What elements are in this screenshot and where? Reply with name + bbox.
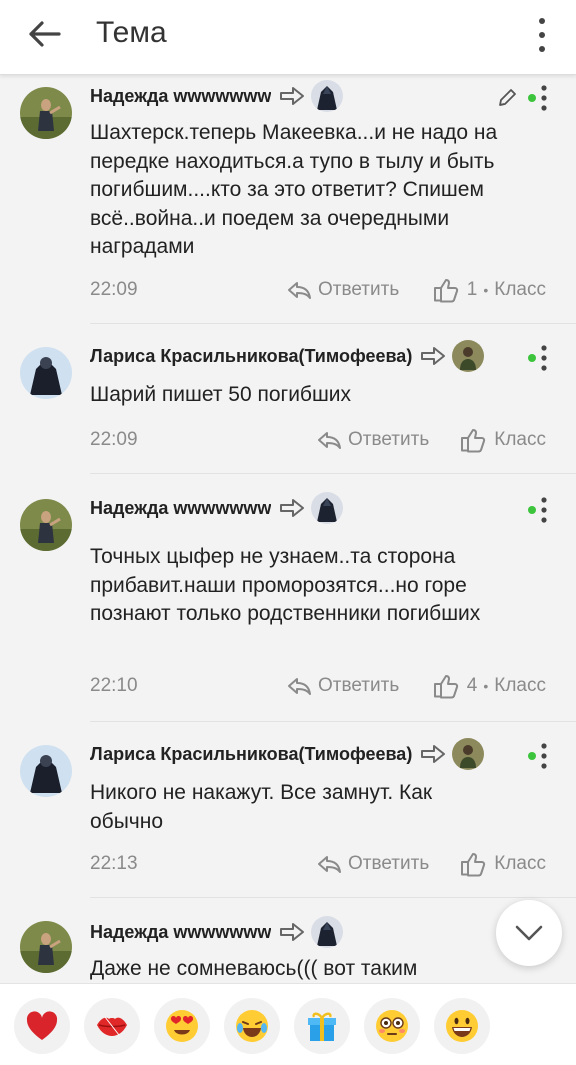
- author-name[interactable]: Надежда wwwwwww: [90, 922, 271, 943]
- like-button[interactable]: Класс: [460, 849, 546, 879]
- recipient-avatar[interactable]: [311, 80, 344, 112]
- comment-menu-icon[interactable]: [526, 83, 550, 113]
- like-button[interactable]: 4 • Класс: [433, 671, 546, 701]
- heart-icon: [26, 1011, 58, 1040]
- reactions-bar: [0, 983, 576, 1065]
- comment-actions: 22:09 Ответить 1 • Класс: [90, 275, 546, 305]
- recipient-avatar[interactable]: [311, 492, 344, 524]
- reply-to-arrow-icon: [280, 87, 305, 105]
- comment-actions: 22:13 Ответить Класс: [90, 849, 546, 879]
- reply-icon: [318, 432, 341, 449]
- reply-label: Ответить: [318, 675, 400, 696]
- author-name[interactable]: Лариса Красильникова(Тимофеева): [90, 744, 412, 765]
- reply-to-arrow-icon: [421, 745, 446, 763]
- like-count: 4: [466, 675, 478, 696]
- chevron-down-icon: [515, 925, 543, 941]
- avatar[interactable]: [20, 87, 72, 139]
- comment-menu-icon[interactable]: [526, 343, 550, 373]
- scroll-down-button[interactable]: [496, 900, 562, 966]
- reply-button[interactable]: Ответить: [286, 675, 399, 697]
- reply-button[interactable]: Ответить: [316, 853, 429, 875]
- timestamp: 22:13: [90, 853, 138, 874]
- comments-feed[interactable]: Надежда wwwwwww Шахтерск.теперь Макеевка…: [0, 75, 576, 983]
- comment-actions: 22:09 Ответить Класс: [90, 425, 546, 455]
- divider: [90, 323, 576, 324]
- avatar[interactable]: [20, 499, 72, 551]
- laugh-reaction-button[interactable]: [224, 998, 280, 1054]
- reply-icon: [288, 678, 311, 695]
- avatar[interactable]: [20, 347, 72, 399]
- reply-label: Ответить: [318, 279, 400, 300]
- divider: [90, 897, 576, 898]
- heart-reaction-button[interactable]: [14, 998, 70, 1054]
- like-label: Класс: [494, 675, 546, 696]
- comment-text: Даже не сомневаюсь((( вот таким: [90, 957, 418, 980]
- reply-icon: [288, 282, 311, 299]
- author-row: Лариса Красильникова(Тимофеева): [90, 737, 546, 771]
- comment-text: Шахтерск.теперь Макеевка...и не надо на …: [90, 121, 498, 258]
- reply-to-arrow-icon: [421, 347, 446, 365]
- author-name[interactable]: Лариса Красильникова(Тимофеева): [90, 346, 412, 367]
- reply-to-arrow-icon: [280, 923, 305, 941]
- more-menu-icon[interactable]: [532, 18, 552, 52]
- like-label: Класс: [494, 853, 546, 874]
- thumbs-up-icon: [461, 429, 486, 453]
- thumbs-up-icon: [461, 853, 486, 877]
- comment-menu-icon[interactable]: [526, 495, 550, 525]
- author-name[interactable]: Надежда wwwwwww: [90, 498, 271, 519]
- flushed-face-icon: [376, 1010, 408, 1042]
- grinning-face-icon: [446, 1010, 478, 1042]
- recipient-avatar[interactable]: [452, 340, 485, 372]
- comment-text: Шарий пишет 50 погибших: [90, 383, 352, 406]
- comment-text: Никого не накажут. Все замнут. Как обычн…: [90, 781, 433, 833]
- author-row: Надежда wwwwwww: [90, 915, 546, 949]
- page-title: Тема: [96, 16, 167, 49]
- author-name[interactable]: Надежда wwwwwww: [90, 86, 271, 107]
- kiss-reaction-button[interactable]: [84, 998, 140, 1054]
- top-bar: Тема: [0, 0, 576, 75]
- avatar[interactable]: [20, 745, 72, 797]
- reply-icon: [318, 856, 341, 873]
- love-eyes-reaction-button[interactable]: [154, 998, 210, 1054]
- comment-text: Точных цыфер не узнаем..та сторона приба…: [90, 545, 481, 625]
- recipient-avatar[interactable]: [452, 738, 485, 770]
- reply-label: Ответить: [348, 429, 430, 450]
- divider: [90, 721, 576, 722]
- like-label: Класс: [494, 429, 546, 450]
- reply-to-arrow-icon: [280, 499, 305, 517]
- thumbs-up-icon: [433, 675, 458, 699]
- reply-button[interactable]: Ответить: [316, 429, 429, 451]
- comment-actions: 22:10 Ответить 4 • Класс: [90, 671, 546, 701]
- timestamp: 22:09: [90, 279, 138, 300]
- recipient-avatar[interactable]: [311, 916, 344, 948]
- like-count: 1: [466, 279, 478, 300]
- author-row: Надежда wwwwwww: [90, 491, 546, 525]
- author-row: Надежда wwwwwww: [90, 79, 546, 113]
- comment-menu-icon[interactable]: [526, 741, 550, 771]
- reply-label: Ответить: [348, 853, 430, 874]
- tears-of-joy-icon: [236, 1010, 268, 1042]
- like-button[interactable]: 1 • Класс: [433, 275, 546, 305]
- lips-icon: [97, 1016, 127, 1036]
- like-button[interactable]: Класс: [460, 425, 546, 455]
- reply-button[interactable]: Ответить: [286, 279, 399, 301]
- gift-reaction-button[interactable]: [294, 998, 350, 1054]
- edit-pencil-icon[interactable]: [496, 87, 518, 109]
- flushed-reaction-button[interactable]: [364, 998, 420, 1054]
- smile-reaction-button[interactable]: [434, 998, 490, 1054]
- timestamp: 22:09: [90, 429, 138, 450]
- like-dot: •: [483, 678, 489, 694]
- gift-icon: [308, 1012, 336, 1041]
- like-label: Класс: [494, 279, 546, 300]
- thumbs-up-icon: [433, 279, 458, 303]
- avatar[interactable]: [20, 921, 72, 973]
- back-arrow-icon[interactable]: [22, 14, 66, 54]
- heart-eyes-icon: [166, 1010, 198, 1042]
- timestamp: 22:10: [90, 675, 138, 696]
- author-row: Лариса Красильникова(Тимофеева): [90, 339, 546, 373]
- divider: [90, 473, 576, 474]
- like-dot: •: [483, 282, 489, 298]
